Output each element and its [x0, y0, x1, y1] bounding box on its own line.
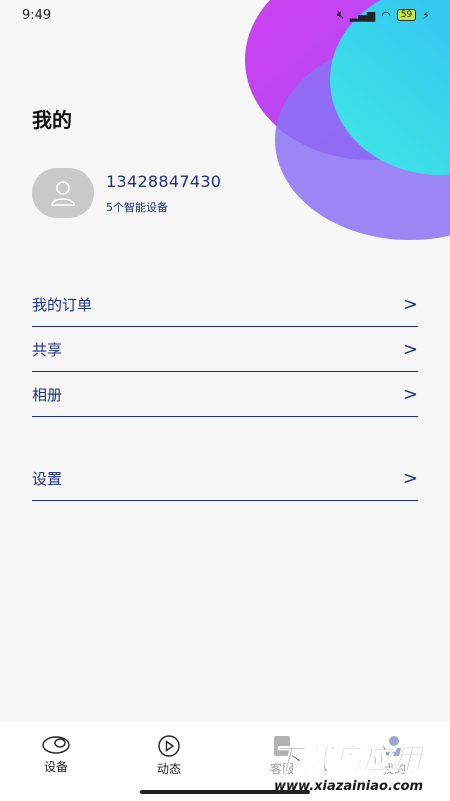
menu-item-label: 我的订单	[32, 295, 93, 314]
menu-item-label: 共享	[32, 340, 63, 359]
profile-info: 13428847430 5个智能设备	[106, 172, 221, 215]
chevron-right-icon: >	[402, 467, 418, 489]
profile-card[interactable]: 13428847430 5个智能设备	[32, 168, 221, 218]
menu-item-settings[interactable]: 设置 >	[32, 456, 418, 501]
phone-number: 13428847430	[106, 171, 222, 191]
wifi-icon: ◠	[381, 8, 391, 22]
chevron-right-icon: >	[402, 338, 418, 360]
tab-label: 设备	[43, 760, 68, 774]
status-time: 9:49	[22, 8, 52, 23]
home-indicator[interactable]	[140, 790, 310, 794]
battery-icon: 59	[396, 9, 417, 21]
menu-item-orders[interactable]: 我的订单 >	[32, 282, 418, 327]
status-bar: 9:49 🔇︎ ▂▄▆ ◠ 59 ⚡︎	[0, 0, 450, 32]
tab-device[interactable]: 设备	[26, 735, 86, 775]
avatar[interactable]	[32, 168, 94, 218]
tab-label: 动态	[156, 762, 181, 776]
device-count: 5个智能设备	[106, 200, 168, 214]
chevron-right-icon: >	[402, 383, 418, 405]
menu-group-settings: 设置 >	[32, 456, 418, 501]
menu-item-album[interactable]: 相册 >	[32, 372, 418, 417]
charging-icon: ⚡︎	[422, 8, 430, 22]
menu-item-share[interactable]: 共享 >	[32, 327, 418, 372]
svg-text:下载鸟应用: 下载鸟应用	[272, 743, 426, 778]
menu-group-main: 我的订单 > 共享 > 相册 >	[32, 282, 418, 417]
signal-icon: ▂▄▆	[349, 8, 376, 22]
watermark-logo: 下载鸟应用 www.xiazainiao.com	[264, 730, 450, 796]
play-icon	[158, 735, 180, 757]
menu-item-label: 设置	[32, 469, 63, 488]
menu-item-label: 相册	[32, 385, 63, 404]
chevron-right-icon: >	[402, 293, 418, 315]
status-icons: 🔇︎ ▂▄▆ ◠ 59 ⚡︎	[337, 8, 430, 22]
device-icon	[42, 736, 70, 754]
tab-activity[interactable]: 动态	[139, 735, 199, 777]
mute-icon: 🔇︎	[336, 8, 344, 21]
page-title: 我的	[32, 108, 72, 132]
user-silhouette-icon	[51, 181, 75, 206]
